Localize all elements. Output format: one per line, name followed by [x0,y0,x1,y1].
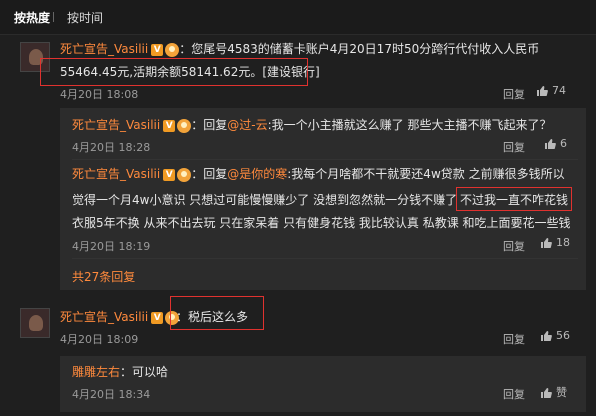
reply-text: ：可以哈 [120,365,169,379]
reply-text-line3: 衣服5年不换 从来不出去玩 只在家呆着 只有健身花钱 我比较认真 私教课 和吃上… [72,216,571,230]
divider [72,159,578,160]
tab-separator [53,12,54,22]
comment-text-line2: 55464.45元,活期余额58141.62元。[建设银行] [60,65,320,79]
verified-icon: V [163,168,176,181]
reply-author[interactable]: 死亡宣告_Vasilii [72,167,160,181]
thumb-up-icon [541,331,552,341]
more-replies-link[interactable]: 共27条回复 [72,268,135,285]
thumb-up-icon [541,238,552,248]
avatar[interactable] [20,308,50,338]
comment-line: 死亡宣告_Vasilii V [60,308,180,326]
sort-tabs: 按热度 按时间 [0,0,596,35]
comment-author[interactable]: 死亡宣告_Vasilii [60,310,148,324]
like-button[interactable]: 18 [540,236,570,249]
reply-button[interactable]: 回复 [503,139,525,155]
like-count: 74 [552,84,566,97]
like-button[interactable]: 赞 [540,384,567,400]
reply-word: ：回复 [191,167,228,181]
tab-hot[interactable]: 按热度 [14,9,50,26]
like-count: 18 [556,236,570,249]
thumb-up-icon [545,139,556,149]
level-icon [177,167,192,182]
thumb-up-icon [541,388,552,398]
thumb-up-icon [537,86,548,96]
like-label: 赞 [556,386,567,399]
reply-text: :我一个小主播就这么赚了 那些大主播不赚飞起来了？ [267,118,552,132]
reply-button[interactable]: 回复 [503,86,525,102]
reply-time: 4月20日 18:34 [72,388,151,401]
like-button[interactable]: 56 [540,329,570,342]
like-count: 6 [560,137,567,150]
comment-text: ：您尾号4583的储蓄卡账户4月20日17时50分跨行代付收入人民币 [179,42,540,56]
level-icon [177,118,192,133]
verified-icon: V [163,119,176,132]
reply-text-highlight: 不过我一直不咋花钱 [460,193,569,207]
reply-button[interactable]: 回复 [503,331,525,347]
reply-text-line2: 觉得一个月4w小意识 只想过可能慢慢赚少了 没想到忽然就一分钱不赚了 [72,192,457,208]
reply-button[interactable]: 回复 [503,386,525,402]
reply-time: 4月20日 18:28 [72,141,151,154]
reply-item: 雕雕左右：可以哈 [72,364,168,380]
like-count: 56 [556,329,570,342]
comment-line1: 死亡宣告_Vasilii V ：您尾号4583的储蓄卡账户4月20日17时50分跨行… [60,40,590,58]
comment-time: 4月20日 18:09 [60,333,139,346]
comment-text: ：税后这么多 [176,310,249,324]
mention-link[interactable]: @是你的寒 [227,167,287,181]
reply-author[interactable]: 雕雕左右 [72,365,120,379]
mention-link[interactable]: @过-云 [227,118,267,132]
comment-time: 4月20日 18:08 [60,88,139,101]
reply-item: 死亡宣告_Vasilii V ：回复@是你的寒:我每个月啥都不干就要还4w贷款 之前… [72,166,577,182]
like-button[interactable]: 6 [544,137,567,150]
reply-button[interactable]: 回复 [503,238,525,254]
reply-time: 4月20日 18:19 [72,240,151,253]
reply-item: 死亡宣告_Vasilii V ：回复@过-云:我一个小主播就这么赚了 那些大主播不赚… [72,117,582,133]
level-icon [165,42,180,57]
tab-time[interactable]: 按时间 [67,9,103,26]
reply-text: :我每个月啥都不干就要还4w贷款 之前赚很多钱所以 [287,167,565,181]
comment-author[interactable]: 死亡宣告_Vasilii [60,42,148,56]
divider [72,258,578,259]
verified-icon: V [151,43,164,56]
verified-icon: V [151,311,164,324]
reply-author[interactable]: 死亡宣告_Vasilii [72,118,160,132]
reply-word: ：回复 [191,118,228,132]
reply-text-part: 觉得一个月4w小意识 只想过可能慢慢赚少了 没想到忽然就一分钱不赚了 [72,193,458,207]
like-button[interactable]: 74 [536,84,566,97]
